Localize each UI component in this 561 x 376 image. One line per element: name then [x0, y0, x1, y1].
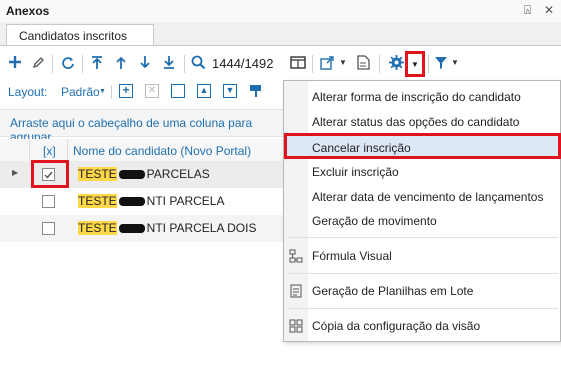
candidate-name: TESTE PARCELAS: [78, 167, 210, 181]
chevron-down-icon[interactable]: ▼: [451, 58, 459, 67]
window-title: Anexos: [6, 4, 50, 18]
toolbar-divider: [312, 55, 313, 73]
move-down-icon[interactable]: [138, 55, 152, 73]
filter-icon[interactable]: [434, 55, 448, 73]
row-checkbox[interactable]: [42, 195, 55, 208]
gear-dropdown-highlight[interactable]: ▼: [405, 51, 425, 77]
add-icon[interactable]: [8, 55, 22, 72]
name-highlight: TESTE: [78, 167, 117, 181]
toolbar-divider: [52, 55, 53, 73]
export-icon[interactable]: [320, 55, 335, 73]
menu-divider: [288, 237, 558, 238]
formula-visual-icon: [289, 249, 303, 266]
column-header-select[interactable]: [x]: [43, 144, 56, 158]
toolbar-divider: [184, 55, 185, 73]
layout-save-icon[interactable]: [171, 84, 185, 98]
toolbar-divider: [428, 55, 429, 73]
toolbar-divider: [111, 85, 112, 99]
checkbox-highlight: [31, 160, 69, 188]
name-suffix: NTI PARCELA DOIS: [146, 221, 257, 235]
column-divider: [29, 139, 30, 162]
refresh-icon[interactable]: [60, 55, 75, 73]
gear-icon[interactable]: [389, 55, 404, 73]
panel-icon[interactable]: [290, 55, 306, 73]
redacted-text: [118, 197, 145, 207]
layout-label: Layout:: [8, 85, 48, 99]
pin-icon[interactable]: ⍓: [524, 3, 531, 18]
menu-item-alterar-forma[interactable]: Alterar forma de inscrição do candidato: [312, 90, 521, 104]
layout-add-icon[interactable]: +: [119, 84, 133, 98]
chevron-down-icon[interactable]: ▼: [99, 88, 106, 95]
menu-item-alterar-vencimento[interactable]: Alterar data de vencimento de lançamento…: [312, 190, 543, 204]
layout-upload-icon[interactable]: ▲: [197, 84, 211, 98]
menu-divider: [288, 273, 558, 274]
layout-download-icon[interactable]: ▼: [223, 84, 237, 98]
layout-select[interactable]: Padrão: [61, 85, 100, 99]
candidate-name: TESTE NTI PARCELA DOIS: [78, 221, 256, 235]
record-counter: 1444/1492: [212, 56, 274, 71]
group-panel[interactable]: Arraste aqui o cabeçalho de uma coluna p…: [0, 109, 283, 144]
toolbar-divider: [82, 55, 83, 73]
copy-view-config-icon: [289, 319, 303, 336]
search-icon[interactable]: [191, 55, 206, 73]
name-highlight: TESTE: [78, 221, 117, 235]
window-titlebar: Anexos ⍓ ✕: [0, 0, 561, 23]
name-suffix: NTI PARCELA: [146, 194, 225, 208]
tab-label: Candidatos inscritos: [19, 29, 128, 43]
menu-divider: [288, 308, 558, 309]
name-suffix: PARCELAS: [146, 167, 210, 181]
close-icon[interactable]: ✕: [544, 3, 554, 17]
menu-item-geracao-movimento[interactable]: Geração de movimento: [312, 214, 437, 228]
row-checkbox[interactable]: [42, 222, 55, 235]
menu-item-label: Cancelar inscrição: [312, 141, 411, 155]
menu-item-formula-visual[interactable]: Fórmula Visual: [312, 249, 392, 263]
layout-remove-icon: ✕: [145, 84, 159, 98]
menu-item-cancelar-inscricao[interactable]: Cancelar inscrição: [284, 133, 561, 159]
column-header-name[interactable]: Nome do candidato (Novo Portal): [73, 144, 251, 158]
name-highlight: TESTE: [78, 194, 117, 208]
toolbar-divider: [379, 55, 380, 73]
redacted-text: [118, 170, 145, 180]
redacted-text: [118, 224, 145, 234]
batch-spreadsheet-icon: [289, 284, 303, 301]
layout-paint-icon[interactable]: [249, 84, 263, 98]
menu-item-copia-configuracao[interactable]: Cópia da configuração da visão: [312, 319, 480, 333]
menu-item-alterar-status[interactable]: Alterar status das opções do candidato: [312, 115, 519, 129]
move-up-icon[interactable]: [114, 55, 128, 73]
menu-icon-gutter: [284, 81, 308, 341]
tab-candidatos-inscritos[interactable]: Candidatos inscritos: [6, 24, 154, 46]
chevron-down-icon[interactable]: ▼: [339, 58, 347, 67]
document-icon[interactable]: [357, 55, 370, 73]
current-row-indicator-icon: ▶: [12, 168, 19, 177]
chevron-down-icon[interactable]: ▼: [411, 60, 419, 69]
edit-icon[interactable]: [31, 55, 45, 72]
context-menu: Alterar forma de inscrição do candidato …: [283, 80, 561, 342]
candidate-name: TESTE NTI PARCELA: [78, 194, 224, 208]
move-bottom-icon[interactable]: [162, 55, 176, 73]
column-divider: [67, 139, 68, 162]
move-top-icon[interactable]: [90, 55, 104, 73]
menu-item-geracao-planilhas[interactable]: Geração de Planilhas em Lote: [312, 284, 473, 298]
menu-item-excluir-inscricao[interactable]: Excluir inscrição: [312, 165, 399, 179]
